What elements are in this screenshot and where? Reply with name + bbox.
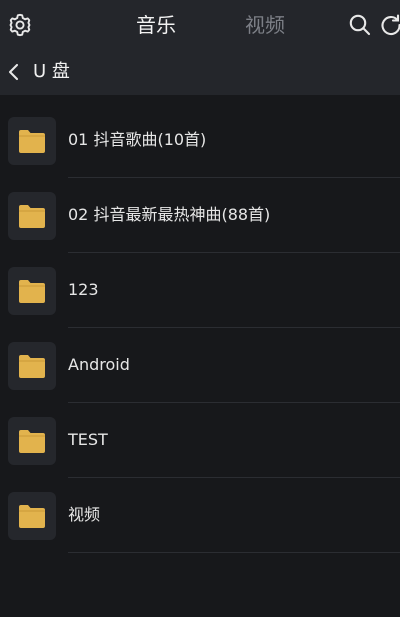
folder-thumb: [8, 492, 56, 540]
breadcrumb-label: U 盘: [33, 61, 70, 82]
row-divider: [68, 552, 400, 553]
tab-music[interactable]: 音乐: [136, 12, 176, 38]
folder-icon: [19, 355, 45, 378]
folder-icon: [19, 505, 45, 528]
folder-row[interactable]: 02 抖音最新最热神曲(88首): [0, 178, 400, 253]
folder-icon: [19, 130, 45, 153]
folder-list: 01 抖音歌曲(10首) 02 抖音最新最热神曲(88首) 123 Androi…: [0, 103, 400, 553]
folder-name: 02 抖音最新最热神曲(88首): [68, 205, 271, 224]
folder-icon: [19, 280, 45, 303]
top-tab-bar: 音乐 视频: [0, 0, 400, 50]
folder-icon: [19, 205, 45, 228]
tab-video[interactable]: 视频: [245, 12, 285, 38]
folder-thumb: [8, 192, 56, 240]
folder-icon: [19, 430, 45, 453]
chevron-left-icon[interactable]: [5, 62, 23, 82]
folder-thumb: [8, 417, 56, 465]
search-icon[interactable]: [347, 12, 373, 38]
folder-row[interactable]: 视频: [0, 478, 400, 553]
folder-row[interactable]: Android: [0, 328, 400, 403]
folder-thumb: [8, 117, 56, 165]
app-header: 音乐 视频 U 盘: [0, 0, 400, 95]
folder-name: 01 抖音歌曲(10首): [68, 130, 207, 149]
folder-name: 视频: [68, 505, 101, 524]
folder-row[interactable]: 01 抖音歌曲(10首): [0, 103, 400, 178]
folder-thumb: [8, 342, 56, 390]
folder-row[interactable]: TEST: [0, 403, 400, 478]
folder-thumb: [8, 267, 56, 315]
breadcrumb: U 盘: [0, 55, 400, 89]
refresh-icon[interactable]: [378, 12, 400, 38]
gear-icon[interactable]: [7, 12, 33, 38]
folder-name: 123: [68, 280, 99, 299]
folder-name: TEST: [68, 430, 108, 449]
folder-row[interactable]: 123: [0, 253, 400, 328]
folder-name: Android: [68, 355, 130, 374]
